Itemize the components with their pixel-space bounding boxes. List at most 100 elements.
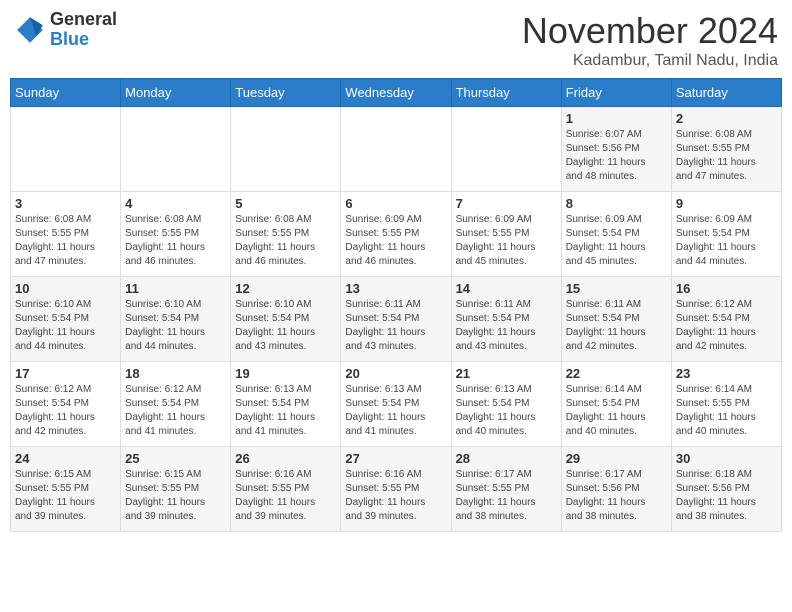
day-number: 6 [345,196,446,211]
calendar-day-cell: 11Sunrise: 6:10 AM Sunset: 5:54 PM Dayli… [121,277,231,362]
logo: General Blue [14,10,117,50]
day-of-week-header: Monday [121,79,231,107]
calendar-day-cell: 19 Sunrise: 6:13 AM Sunset: 5:54 PM Dayli… [231,362,341,447]
calendar-week-row: 24 Sunrise: 6:15 AM Sunset: 5:55 PM Dayli… [11,447,782,532]
calendar-day-cell: 22 Sunrise: 6:14 AM Sunset: 5:54 PM Dayli… [561,362,671,447]
calendar-day-cell: 21Sunrise: 6:13 AM Sunset: 5:54 PM Dayli… [451,362,561,447]
day-number: 1 [566,111,667,126]
day-number: 23 [676,366,777,381]
day-info: Sunrise: 6:16 AM Sunset: 5:55 PM Dayligh… [235,468,336,524]
calendar-day-cell: 16Sunrise: 6:12 AM Sunset: 5:54 PM Dayli… [671,277,781,362]
title-block: November 2024 Kadambur, Tamil Nadu, Indi… [522,10,778,70]
day-info: Sunrise: 6:08 AM Sunset: 5:55 PM Dayligh… [15,213,116,269]
day-info: Sunrise: 6:14 AM Sunset: 5:54 PM Dayligh… [566,383,667,439]
day-info: Sunrise: 6:08 AM Sunset: 5:55 PM Dayligh… [125,213,226,269]
day-number: 3 [15,196,116,211]
calendar-week-row: 10 Sunrise: 6:10 AM Sunset: 5:54 PM Dayli… [11,277,782,362]
day-number: 22 [566,366,667,381]
calendar-day-cell: 9 Sunrise: 6:09 AM Sunset: 5:54 PM Daylig… [671,192,781,277]
day-info: Sunrise: 6:12 AM Sunset: 5:54 PM Dayligh… [676,298,777,354]
calendar-day-cell: 1 Sunrise: 6:07 AM Sunset: 5:56 PM Daylig… [561,107,671,192]
calendar-day-cell [341,107,451,192]
day-of-week-header: Sunday [11,79,121,107]
day-of-week-header: Saturday [671,79,781,107]
calendar-day-cell: 2 Sunrise: 6:08 AM Sunset: 5:55 PM Daylig… [671,107,781,192]
day-info: Sunrise: 6:11 AM Sunset: 5:54 PM Dayligh… [456,298,557,354]
day-number: 25 [125,451,226,466]
day-number: 10 [15,281,116,296]
day-info: Sunrise: 6:08 AM Sunset: 5:55 PM Dayligh… [235,213,336,269]
day-of-week-header: Thursday [451,79,561,107]
day-number: 19 [235,366,336,381]
location-text: Kadambur, Tamil Nadu, India [522,52,778,70]
calendar-day-cell: 12 Sunrise: 6:10 AM Sunset: 5:54 PM Dayli… [231,277,341,362]
day-of-week-header: Wednesday [341,79,451,107]
day-number: 13 [345,281,446,296]
days-of-week-row: SundayMondayTuesdayWednesdayThursdayFrid… [11,79,782,107]
day-info: Sunrise: 6:10 AM Sunset: 5:54 PM Dayligh… [15,298,116,354]
calendar-day-cell [121,107,231,192]
day-info: Sunrise: 6:16 AM Sunset: 5:55 PM Dayligh… [345,468,446,524]
calendar-day-cell: 20Sunrise: 6:13 AM Sunset: 5:54 PM Dayli… [341,362,451,447]
day-number: 29 [566,451,667,466]
calendar-week-row: 3 Sunrise: 6:08 AM Sunset: 5:55 PM Daylig… [11,192,782,277]
calendar-day-cell: 15Sunrise: 6:11 AM Sunset: 5:54 PM Dayli… [561,277,671,362]
calendar-week-row: 17 Sunrise: 6:12 AM Sunset: 5:54 PM Dayli… [11,362,782,447]
day-info: Sunrise: 6:12 AM Sunset: 5:54 PM Dayligh… [125,383,226,439]
day-info: Sunrise: 6:09 AM Sunset: 5:54 PM Dayligh… [676,213,777,269]
calendar-day-cell: 17Sunrise: 6:12 AM Sunset: 5:54 PM Dayli… [11,362,121,447]
logo-icon [14,14,46,46]
calendar-table: SundayMondayTuesdayWednesdayThursdayFrid… [10,78,782,532]
calendar-day-cell: 13Sunrise: 6:11 AM Sunset: 5:54 PM Dayli… [341,277,451,362]
calendar-day-cell: 7 Sunrise: 6:09 AM Sunset: 5:55 PM Daylig… [451,192,561,277]
calendar-day-cell: 24 Sunrise: 6:15 AM Sunset: 5:55 PM Dayli… [11,447,121,532]
day-number: 14 [456,281,557,296]
day-info: Sunrise: 6:11 AM Sunset: 5:54 PM Dayligh… [566,298,667,354]
day-of-week-header: Friday [561,79,671,107]
day-info: Sunrise: 6:08 AM Sunset: 5:55 PM Dayligh… [676,128,777,184]
calendar-day-cell: 4 Sunrise: 6:08 AM Sunset: 5:55 PM Daylig… [121,192,231,277]
day-number: 27 [345,451,446,466]
calendar-header: SundayMondayTuesdayWednesdayThursdayFrid… [11,79,782,107]
day-info: Sunrise: 6:10 AM Sunset: 5:54 PM Dayligh… [235,298,336,354]
day-number: 18 [125,366,226,381]
calendar-day-cell [11,107,121,192]
calendar-day-cell: 25 Sunrise: 6:15 AM Sunset: 5:55 PM Dayli… [121,447,231,532]
day-number: 4 [125,196,226,211]
day-number: 9 [676,196,777,211]
day-info: Sunrise: 6:07 AM Sunset: 5:56 PM Dayligh… [566,128,667,184]
day-number: 17 [15,366,116,381]
day-info: Sunrise: 6:17 AM Sunset: 5:56 PM Dayligh… [566,468,667,524]
day-of-week-header: Tuesday [231,79,341,107]
month-title: November 2024 [522,10,778,52]
day-info: Sunrise: 6:09 AM Sunset: 5:55 PM Dayligh… [345,213,446,269]
day-number: 2 [676,111,777,126]
day-number: 26 [235,451,336,466]
day-info: Sunrise: 6:09 AM Sunset: 5:54 PM Dayligh… [566,213,667,269]
calendar-day-cell: 27 Sunrise: 6:16 AM Sunset: 5:55 PM Dayli… [341,447,451,532]
day-number: 30 [676,451,777,466]
calendar-day-cell: 6 Sunrise: 6:09 AM Sunset: 5:55 PM Daylig… [341,192,451,277]
day-info: Sunrise: 6:17 AM Sunset: 5:55 PM Dayligh… [456,468,557,524]
day-number: 7 [456,196,557,211]
calendar-day-cell: 14 Sunrise: 6:11 AM Sunset: 5:54 PM Dayli… [451,277,561,362]
calendar-body: 1 Sunrise: 6:07 AM Sunset: 5:56 PM Daylig… [11,107,782,532]
calendar-day-cell: 10 Sunrise: 6:10 AM Sunset: 5:54 PM Dayli… [11,277,121,362]
calendar-day-cell: 28Sunrise: 6:17 AM Sunset: 5:55 PM Dayli… [451,447,561,532]
day-number: 20 [345,366,446,381]
logo-general-text: General [50,10,117,30]
calendar-day-cell [231,107,341,192]
calendar-day-cell [451,107,561,192]
calendar-day-cell: 23Sunrise: 6:14 AM Sunset: 5:55 PM Dayli… [671,362,781,447]
day-number: 5 [235,196,336,211]
day-number: 12 [235,281,336,296]
day-number: 24 [15,451,116,466]
day-number: 8 [566,196,667,211]
calendar-day-cell: 8 Sunrise: 6:09 AM Sunset: 5:54 PM Daylig… [561,192,671,277]
day-info: Sunrise: 6:15 AM Sunset: 5:55 PM Dayligh… [125,468,226,524]
calendar-day-cell: 3 Sunrise: 6:08 AM Sunset: 5:55 PM Daylig… [11,192,121,277]
day-info: Sunrise: 6:13 AM Sunset: 5:54 PM Dayligh… [235,383,336,439]
day-info: Sunrise: 6:09 AM Sunset: 5:55 PM Dayligh… [456,213,557,269]
page-header: General Blue November 2024 Kadambur, Tam… [10,10,782,70]
day-info: Sunrise: 6:15 AM Sunset: 5:55 PM Dayligh… [15,468,116,524]
